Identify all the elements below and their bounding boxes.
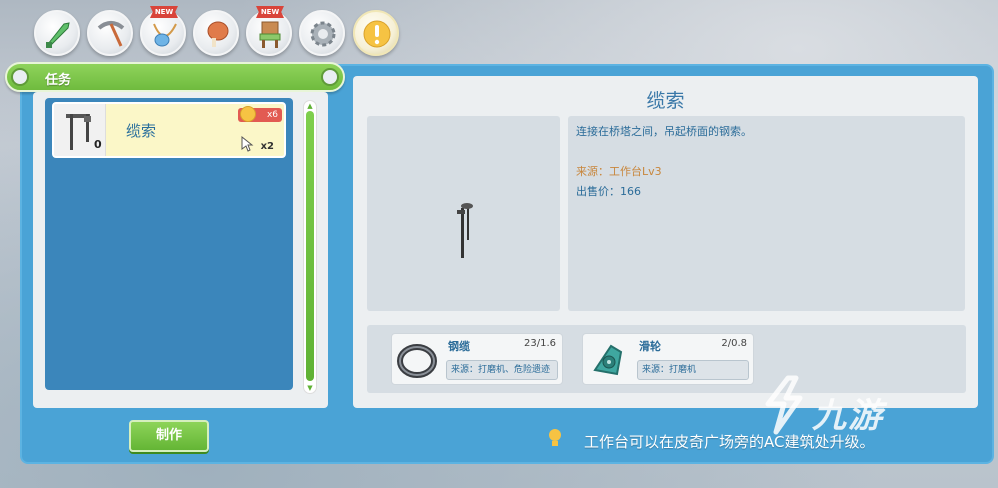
- tab-food[interactable]: [193, 10, 239, 56]
- material-source: 来源：打磨机、危险遗迹: [446, 360, 558, 380]
- title-knob-right: [321, 68, 339, 86]
- pulley-icon: [593, 344, 623, 376]
- scroll-thumb[interactable]: [306, 111, 314, 381]
- panel-title: 任务: [45, 73, 72, 88]
- tab-furniture[interactable]: NEW: [246, 6, 292, 56]
- item-source: 来源：工作台Lv3: [576, 165, 662, 178]
- chair-icon: [259, 21, 281, 48]
- recipe-list-panel: 0 缆索 x6 x2 ▲ ▼: [33, 92, 328, 408]
- detail-title: 缆索: [646, 90, 685, 112]
- list-item[interactable]: 0 缆索 x6 x2: [52, 102, 286, 158]
- tab-accessories[interactable]: NEW: [140, 6, 186, 56]
- lightbulb-icon: [549, 429, 561, 446]
- watermark-text: 九游: [812, 396, 884, 436]
- item-preview: [367, 116, 560, 311]
- watermark: 九游: [758, 374, 958, 444]
- sword-icon: [46, 22, 70, 48]
- craft-button[interactable]: 制作: [129, 420, 209, 452]
- item-name: 缆索: [126, 122, 157, 140]
- watermark-logo-icon: [765, 375, 803, 435]
- owned-count: 0: [94, 138, 102, 151]
- list-scrollbar[interactable]: ▲ ▼: [303, 100, 317, 394]
- item-thumbnail: 0: [54, 104, 106, 156]
- material-name: 钢缆: [448, 340, 470, 353]
- meat-icon: [207, 21, 229, 47]
- pointer-count: x2: [260, 141, 274, 152]
- scroll-down-icon[interactable]: ▼: [306, 384, 314, 392]
- title-knob-left: [11, 68, 29, 86]
- steel-cable-icon: [397, 344, 437, 378]
- panel-title-bar: 任务: [5, 62, 345, 92]
- cable-model-icon: [457, 203, 473, 258]
- new-badge: NEW: [150, 6, 178, 18]
- detail-panel: 缆索 连接在桥塔之间，吊起桥面的钢索。 来源：工作台Lv3 出售价：166 钢缆…: [353, 76, 978, 408]
- material-qty: 2/0.8: [721, 338, 747, 349]
- tab-parts[interactable]: [299, 10, 345, 56]
- material-qty: 23/1.6: [524, 338, 556, 349]
- necklace-icon: [153, 23, 177, 47]
- scroll-up-icon[interactable]: ▲: [306, 102, 314, 110]
- gear-icon: [310, 21, 336, 47]
- item-price: 出售价：166: [576, 185, 641, 198]
- tab-tasks[interactable]: [353, 10, 399, 56]
- new-badge: NEW: [256, 6, 284, 18]
- pickaxe-icon: [97, 21, 125, 47]
- material-name: 滑轮: [639, 340, 661, 353]
- item-description: 连接在桥塔之间，吊起桥面的钢索。: [576, 125, 752, 138]
- tab-tools[interactable]: [87, 10, 133, 56]
- exclamation-icon: [363, 20, 391, 48]
- recipe-list[interactable]: 0 缆索 x6 x2: [45, 98, 293, 390]
- task-exclamation-icon: [240, 106, 256, 122]
- tab-weapons[interactable]: [34, 10, 80, 56]
- material-card[interactable]: 钢缆 23/1.6 来源：打磨机、危险遗迹: [391, 333, 563, 385]
- description-box: 连接在桥塔之间，吊起桥面的钢索。 来源：工作台Lv3 出售价：166: [568, 116, 965, 311]
- pointer-icon: [241, 136, 254, 152]
- material-source: 来源：打磨机: [637, 360, 749, 380]
- material-card[interactable]: 滑轮 2/0.8 来源：打磨机: [582, 333, 754, 385]
